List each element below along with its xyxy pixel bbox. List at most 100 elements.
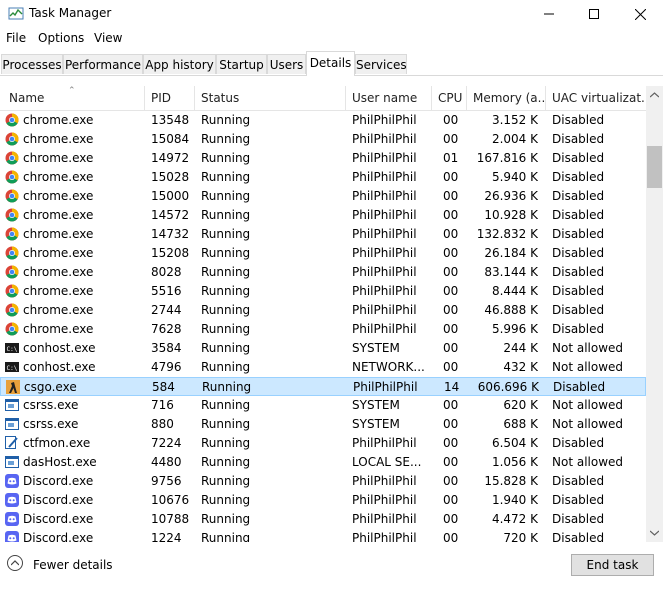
title-bar[interactable]: Task Manager <box>0 0 663 28</box>
column-uac-virtualization[interactable]: UAC virtualizat... <box>545 86 646 110</box>
tab-startup[interactable]: Startup <box>216 54 267 74</box>
tab-performance[interactable]: Performance <box>63 54 143 74</box>
table-row[interactable]: C:\ conhost.exe 4796 Running NETWORK... 00 432… <box>0 358 646 377</box>
maximize-button[interactable] <box>571 0 617 28</box>
system-window-icon <box>5 398 19 412</box>
tab-users[interactable]: Users <box>267 54 306 74</box>
fewer-details-icon[interactable] <box>7 555 23 571</box>
column-cpu[interactable]: CPU <box>431 86 466 110</box>
process-user: PhilPhilPhil <box>352 246 417 260</box>
console-icon: C:\ <box>5 360 19 374</box>
table-row[interactable]: chrome.exe 15028 Running PhilPhilPhil 00 5.94… <box>0 168 646 187</box>
discord-icon <box>5 531 19 542</box>
footer: Fewer details End task <box>0 543 663 589</box>
table-row[interactable]: chrome.exe 15208 Running PhilPhilPhil 00 26.1… <box>0 244 646 263</box>
maximize-icon <box>589 9 599 19</box>
table-row[interactable]: chrome.exe 2744 Running PhilPhilPhil 00 46.88… <box>0 301 646 320</box>
process-uac: Disabled <box>552 284 605 298</box>
minimize-button[interactable] <box>526 0 572 28</box>
end-task-button[interactable]: End task <box>571 554 654 576</box>
process-pid: 15208 <box>151 246 190 260</box>
table-row[interactable]: chrome.exe 14732 Running PhilPhilPhil 00 132.… <box>0 225 646 244</box>
table-row[interactable]: chrome.exe 15000 Running PhilPhilPhil 00 26.9… <box>0 187 646 206</box>
table-row[interactable]: chrome.exe 15084 Running PhilPhilPhil 00 2.00… <box>0 130 646 149</box>
tab-app-history[interactable]: App history <box>143 54 216 74</box>
process-list[interactable]: chrome.exe 13548 Running PhilPhilPhil 00 3.15… <box>0 111 646 542</box>
process-uac: Disabled <box>552 227 605 241</box>
table-row[interactable]: csrss.exe 880 Running SYSTEM 00 688 K Not allo… <box>0 415 646 434</box>
table-row[interactable]: csgo.exe 584 Running PhilPhilPhil 14 606.696 … <box>0 377 646 396</box>
tab-services[interactable]: Services <box>355 54 407 74</box>
process-uac: Not allowed <box>552 455 624 469</box>
process-memory: 2.004 K <box>491 132 538 146</box>
process-memory: 10.928 K <box>484 208 538 222</box>
process-cpu: 00 <box>443 512 459 526</box>
chrome-icon <box>5 189 19 203</box>
table-row[interactable]: chrome.exe 5516 Running PhilPhilPhil 00 8.444… <box>0 282 646 301</box>
column-user-name[interactable]: User name <box>345 86 431 110</box>
table-row[interactable]: ctfmon.exe 7224 Running PhilPhilPhil 00 6.504… <box>0 434 646 453</box>
process-user: PhilPhilPhil <box>352 531 417 542</box>
scroll-up-icon[interactable] <box>650 92 659 98</box>
process-cpu: 00 <box>443 341 459 355</box>
process-name: chrome.exe <box>23 246 94 260</box>
table-row[interactable]: Discord.exe 1224 Running PhilPhilPhil 00 720 … <box>0 529 646 542</box>
table-row[interactable]: csrss.exe 716 Running SYSTEM 00 620 K Not allo… <box>0 396 646 415</box>
process-name: dasHost.exe <box>23 455 97 469</box>
process-memory: 5.940 K <box>491 170 538 184</box>
fewer-details-link[interactable]: Fewer details <box>33 558 113 572</box>
scroll-down-icon[interactable] <box>650 530 659 536</box>
table-row[interactable]: C:\ conhost.exe 3584 Running SYSTEM 00 244 K No… <box>0 339 646 358</box>
table-row[interactable]: chrome.exe 13548 Running PhilPhilPhil 00 3.15… <box>0 111 646 130</box>
process-uac: Disabled <box>552 512 605 526</box>
system-window-icon <box>5 417 19 431</box>
column-memory[interactable]: Memory (a... <box>466 86 545 110</box>
process-name: csrss.exe <box>23 417 79 431</box>
table-row[interactable]: Discord.exe 9756 Running PhilPhilPhil 00 15.8… <box>0 472 646 491</box>
table-row[interactable]: chrome.exe 14572 Running PhilPhilPhil 00 10.9… <box>0 206 646 225</box>
process-memory: 5.996 K <box>491 322 538 336</box>
discord-icon <box>5 512 19 526</box>
scrollbar-thumb[interactable] <box>647 146 662 188</box>
tab-processes[interactable]: Processes <box>1 54 63 74</box>
tab-details[interactable]: Details <box>306 51 355 76</box>
process-name: chrome.exe <box>23 265 94 279</box>
process-status: Running <box>201 284 251 298</box>
process-user: PhilPhilPhil <box>352 113 417 127</box>
process-uac: Disabled <box>552 493 605 507</box>
process-user: SYSTEM <box>352 417 400 431</box>
table-row[interactable]: chrome.exe 7628 Running PhilPhilPhil 00 5.996… <box>0 320 646 339</box>
table-row[interactable]: chrome.exe 14972 Running PhilPhilPhil 01 167.… <box>0 149 646 168</box>
process-name: ctfmon.exe <box>23 436 91 450</box>
process-status: Running <box>201 246 251 260</box>
process-cpu: 00 <box>443 455 459 469</box>
process-uac: Disabled <box>553 380 606 394</box>
process-uac: Disabled <box>552 322 605 336</box>
column-pid[interactable]: PID <box>144 86 194 110</box>
menu-file[interactable]: File <box>6 31 26 45</box>
close-button[interactable] <box>617 0 663 28</box>
table-row[interactable]: Discord.exe 10788 Running PhilPhilPhil 00 4.4… <box>0 510 646 529</box>
process-status: Running <box>201 455 251 469</box>
process-pid: 880 <box>151 417 174 431</box>
process-pid: 716 <box>151 398 174 412</box>
sort-ascending-icon: ⌃ <box>68 86 76 96</box>
column-status[interactable]: Status <box>194 86 345 110</box>
discord-icon <box>5 493 19 507</box>
table-row[interactable]: Discord.exe 10676 Running PhilPhilPhil 00 1.9… <box>0 491 646 510</box>
process-name: conhost.exe <box>23 341 96 355</box>
menu-view[interactable]: View <box>94 31 122 45</box>
process-memory: 432 K <box>503 360 538 374</box>
table-row[interactable]: dasHost.exe 4480 Running LOCAL SE... 00 1.056… <box>0 453 646 472</box>
process-user: PhilPhilPhil <box>352 265 417 279</box>
process-cpu: 00 <box>443 493 459 507</box>
process-uac: Disabled <box>552 303 605 317</box>
process-memory: 3.152 K <box>491 113 538 127</box>
table-row[interactable]: chrome.exe 8028 Running PhilPhilPhil 00 83.14… <box>0 263 646 282</box>
process-uac: Not allowed <box>552 360 624 374</box>
vertical-scrollbar[interactable] <box>646 86 663 542</box>
menu-options[interactable]: Options <box>38 31 84 45</box>
chrome-icon <box>5 246 19 260</box>
process-user: PhilPhilPhil <box>352 474 417 488</box>
process-status: Running <box>201 493 251 507</box>
